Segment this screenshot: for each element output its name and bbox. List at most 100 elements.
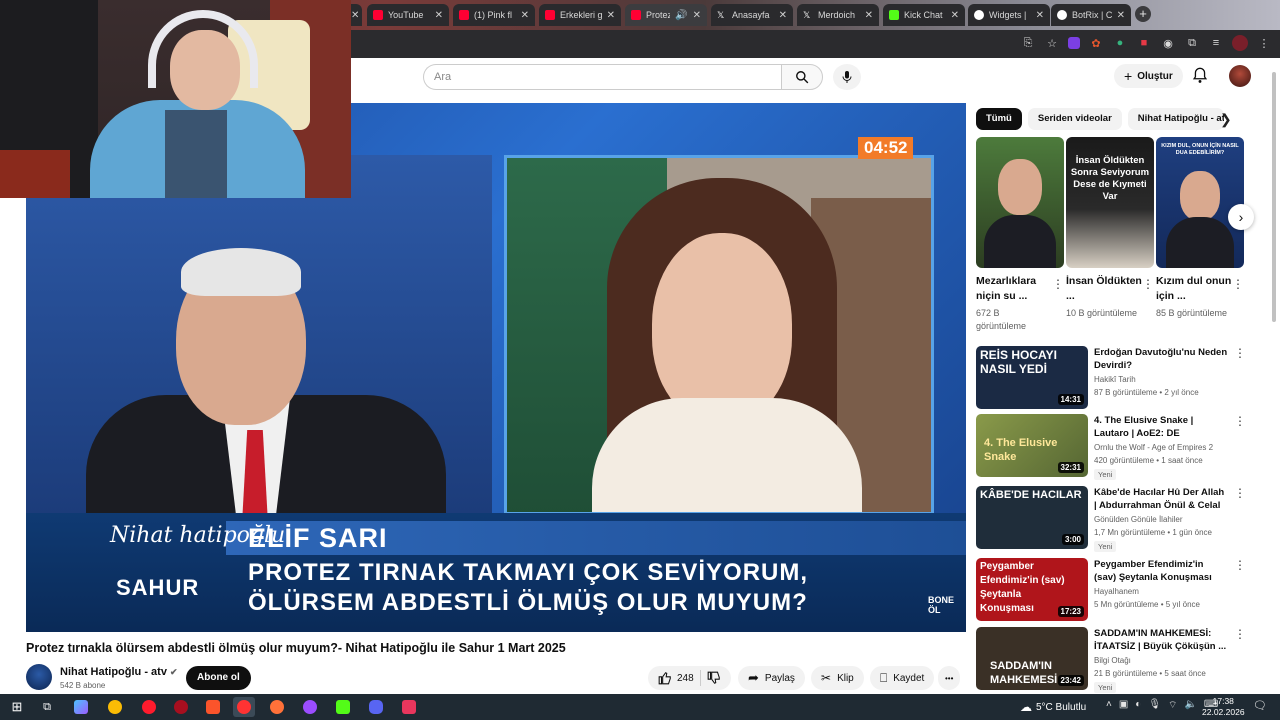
tab-merdoich[interactable]: 𝕏 Merdoich ✕ xyxy=(797,4,879,26)
search-button[interactable] xyxy=(781,64,823,90)
taskbar-app[interactable] xyxy=(299,697,321,717)
more-vert-icon[interactable]: ⋮ xyxy=(1052,277,1064,291)
short-thumbnail[interactable]: İnsan Öldükten Sonra Seviyorum Dese de K… xyxy=(1066,137,1154,268)
chip-all[interactable]: Tümü xyxy=(976,108,1022,130)
channel-name-row[interactable]: Nihat Hatipoğlu - atv ✔ xyxy=(60,666,178,678)
share-button[interactable]: ➦ Paylaş xyxy=(738,666,805,690)
taskbar-app[interactable] xyxy=(138,697,160,717)
video-thumbnail[interactable]: REİS HOCAYI NASIL YEDİ 14:31 xyxy=(976,346,1088,409)
extension-icon[interactable]: ■ xyxy=(1136,35,1152,51)
mic-icon[interactable]: 🎙 xyxy=(1148,699,1161,712)
more-vert-icon[interactable]: ⋮ xyxy=(1142,277,1154,291)
thumbs-down-icon[interactable] xyxy=(707,671,721,685)
playlist-icon[interactable]: ≡ xyxy=(1208,35,1224,51)
video-title[interactable]: Peygamber Efendimiz'in (sav) Şeytanla Ko… xyxy=(1094,558,1228,584)
subscribe-button[interactable]: Abone ol xyxy=(186,666,251,690)
video-thumbnail[interactable]: SADDAM'IN MAHKEMESİ 23:42 xyxy=(976,627,1088,690)
taskbar-app[interactable] xyxy=(398,697,420,717)
close-tab-icon[interactable]: ✕ xyxy=(521,10,529,21)
close-tab-icon[interactable]: ✕ xyxy=(351,10,359,21)
tab-pink[interactable]: (1) Pink fl ✕ xyxy=(453,4,535,26)
notifications-button[interactable] xyxy=(1192,67,1208,89)
close-tab-icon[interactable]: ✕ xyxy=(865,10,873,21)
more-vert-icon[interactable]: ⋮ xyxy=(1234,558,1246,572)
tab-anasayfa[interactable]: 𝕏 Anasayfa ✕ xyxy=(711,4,793,26)
channel-avatar[interactable] xyxy=(26,664,52,690)
short-thumbnail[interactable] xyxy=(976,137,1064,268)
short-item[interactable]: KIZIM DUL, ONUN İÇİN NASIL DUA EDEBİLİRİ… xyxy=(1156,137,1244,320)
video-thumbnail[interactable]: KÂBE'DE HACILAR 3:00 xyxy=(976,486,1088,549)
taskbar-app[interactable] xyxy=(332,697,354,717)
close-tab-icon[interactable]: ✕ xyxy=(693,10,701,21)
video-thumbnail[interactable]: 4. The Elusive Snake 32:31 xyxy=(976,414,1088,477)
clock[interactable]: 17:38 22.02.2026 xyxy=(1202,696,1245,718)
account-avatar[interactable] xyxy=(1229,65,1251,87)
taskbar-app[interactable] xyxy=(365,697,387,717)
new-tab-button[interactable]: + xyxy=(1135,6,1151,22)
save-button[interactable]: ⎕ Kaydet xyxy=(870,666,935,690)
short-title[interactable]: İnsan Öldükten ... xyxy=(1066,274,1142,304)
tray-app-icon[interactable]: ◐ xyxy=(1135,699,1141,712)
shorts-next-button[interactable]: › xyxy=(1228,204,1254,230)
close-tab-icon[interactable]: ✕ xyxy=(1036,10,1044,21)
taskbar-app[interactable] xyxy=(104,697,126,717)
close-tab-icon[interactable]: ✕ xyxy=(779,10,787,21)
short-title[interactable]: Mezarlıklara niçin su ... xyxy=(976,274,1052,304)
bookmark-star-icon[interactable]: ☆ xyxy=(1044,35,1060,51)
extension-icon[interactable]: ✿ xyxy=(1088,35,1104,51)
channel-name[interactable]: Hayalhanem xyxy=(1094,587,1228,596)
wifi-icon[interactable]: ⌔ xyxy=(1168,699,1177,712)
tab-protez[interactable]: Protez 🔊 ✕ xyxy=(625,4,707,26)
speaker-icon[interactable]: 🔊 xyxy=(675,10,687,21)
start-button[interactable]: ⊞ xyxy=(6,697,28,717)
chip-channel[interactable]: Nihat Hatipoğlu - atv xyxy=(1127,108,1224,130)
volume-icon[interactable]: 🔈 xyxy=(1184,699,1196,712)
task-view-button[interactable]: ⧉ xyxy=(36,697,58,717)
extension-icon[interactable]: ● xyxy=(1112,35,1128,51)
tab-botrix[interactable]: BotRix | C ✕ xyxy=(1051,4,1131,26)
profile-icon[interactable] xyxy=(1232,35,1248,51)
tab-kick-chat[interactable]: Kick Chat ✕ xyxy=(883,4,965,26)
channel-name[interactable]: Hakikî Tarih xyxy=(1094,375,1228,384)
tab-widgets[interactable]: Widgets | ✕ xyxy=(968,4,1050,26)
extension-icon[interactable] xyxy=(1068,37,1080,49)
close-tab-icon[interactable]: ✕ xyxy=(435,10,443,21)
taskbar-app[interactable] xyxy=(233,697,255,717)
short-item[interactable]: Mezarlıklara niçin su ... 672 B görüntül… xyxy=(976,137,1064,333)
more-vert-icon[interactable]: ⋮ xyxy=(1234,346,1246,360)
recommendation-item[interactable]: Peygamber Efendimiz'in (sav) Şeytanla Ko… xyxy=(976,558,1266,624)
chip-series[interactable]: Seriden videolar xyxy=(1027,108,1122,130)
notification-icon[interactable]: 🗨 xyxy=(1253,699,1267,712)
more-vert-icon[interactable]: ⋮ xyxy=(1234,627,1246,641)
video-title[interactable]: 4. The Elusive Snake | Lautaro | AoE2: D… xyxy=(1094,414,1228,440)
short-title[interactable]: Kızım dul onun için ... xyxy=(1156,274,1232,304)
video-title[interactable]: SADDAM'IN MAHKEMESİ: İTAATSİZ | Büyük Çö… xyxy=(1094,627,1228,653)
short-item[interactable]: İnsan Öldükten Sonra Seviyorum Dese de K… xyxy=(1066,137,1154,320)
menu-icon[interactable]: ⋮ xyxy=(1256,35,1272,51)
more-vert-icon[interactable]: ⋮ xyxy=(1234,486,1246,500)
search-input[interactable]: Ara xyxy=(423,64,781,90)
channel-name[interactable]: Ornlu the Wolf - Age of Empires 2 xyxy=(1094,443,1228,452)
scrollbar-thumb[interactable] xyxy=(1272,72,1276,322)
recommendation-item[interactable]: REİS HOCAYI NASIL YEDİ 14:31 Erdoğan Dav… xyxy=(976,346,1266,412)
tab-erkekleri[interactable]: Erkekleri g ✕ xyxy=(539,4,621,26)
short-thumbnail[interactable]: KIZIM DUL, ONUN İÇİN NASIL DUA EDEBİLİRİ… xyxy=(1156,137,1244,268)
close-tab-icon[interactable]: ✕ xyxy=(607,10,615,21)
video-title[interactable]: Erdoğan Davutoğlu'nu Neden Devirdi? xyxy=(1094,346,1228,372)
taskbar-app[interactable] xyxy=(70,697,92,717)
close-tab-icon[interactable]: ✕ xyxy=(951,10,959,21)
like-button[interactable]: 248 xyxy=(658,671,694,685)
chevron-right-icon[interactable]: ❯ xyxy=(1220,111,1232,128)
tray-app-icon[interactable]: ▣ xyxy=(1119,699,1128,712)
more-actions-button[interactable]: ••• xyxy=(938,666,961,690)
more-vert-icon[interactable]: ⋮ xyxy=(1232,277,1244,291)
more-vert-icon[interactable]: ⋮ xyxy=(1234,414,1246,428)
tab-youtube[interactable]: YouTube ✕ xyxy=(367,4,449,26)
video-title[interactable]: Kâbe'de Hacılar Hû Der Allah | Abdurrahm… xyxy=(1094,486,1228,512)
voice-search-button[interactable] xyxy=(833,64,861,90)
clip-button[interactable]: ✂ Klip xyxy=(811,666,864,690)
chevron-up-icon[interactable]: ˄ xyxy=(1106,699,1112,712)
taskbar-app[interactable] xyxy=(202,697,224,717)
recommendation-item[interactable]: SADDAM'IN MAHKEMESİ 23:42 SADDAM'IN MAHK… xyxy=(976,627,1266,693)
recommendation-item[interactable]: KÂBE'DE HACILAR 3:00 Kâbe'de Hacılar Hû … xyxy=(976,486,1266,552)
